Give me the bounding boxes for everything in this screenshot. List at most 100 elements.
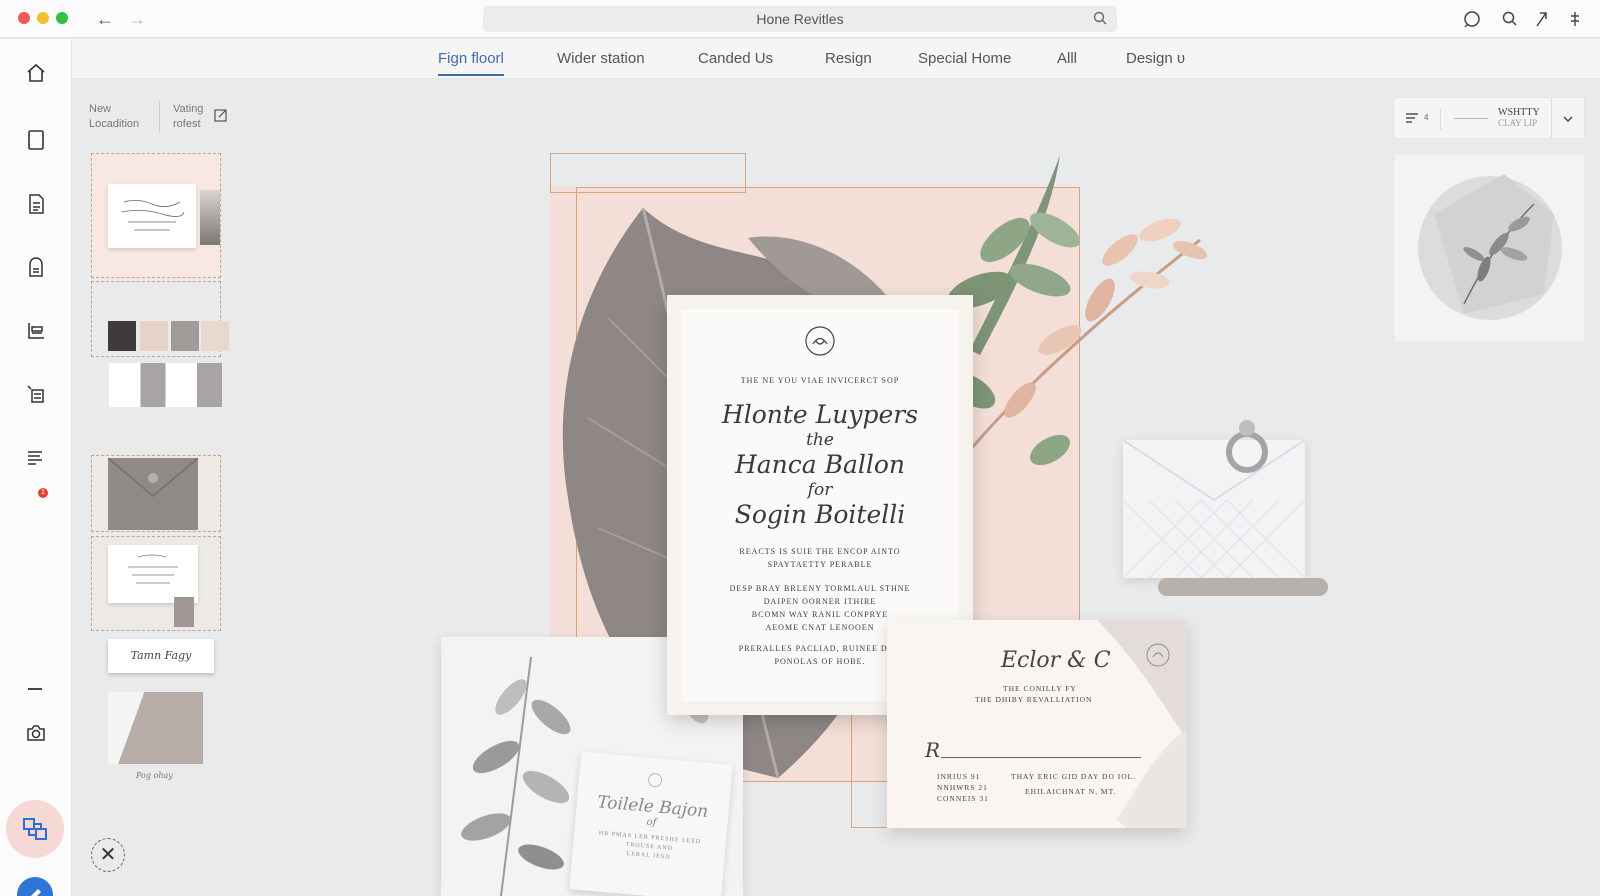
chevron-down-icon[interactable] (1561, 112, 1575, 126)
template-icon[interactable] (24, 255, 48, 279)
envelope-pattern (1123, 440, 1305, 578)
window-title: Hone Revitles (756, 11, 844, 27)
tab-canded-us[interactable]: Canded Us (698, 50, 773, 67)
tab-bar: Fign floorl Wider station Canded Us Resi… (72, 39, 1600, 79)
envelope[interactable] (1123, 440, 1305, 578)
ribbon (1158, 578, 1328, 596)
edit-icon[interactable] (214, 108, 228, 122)
toolbar-divider (1440, 108, 1441, 130)
rsvp-sub-2: THE DHIBY REVALLIATION (975, 695, 1093, 704)
invitation-header: THE NE YOU VIAE INVICERCT SOP (740, 376, 900, 385)
pen-icon (31, 889, 41, 896)
page-thumbnail-2[interactable] (91, 281, 229, 357)
layers-icon[interactable] (24, 319, 48, 343)
minimize-window-button[interactable] (37, 12, 49, 24)
thumbnail-script-lines (121, 200, 185, 231)
monogram-icon (805, 326, 835, 356)
color-swatch-3[interactable] (171, 321, 199, 351)
thumbnail-card (108, 184, 196, 248)
chat-icon[interactable] (1462, 9, 1482, 29)
shapes-tool-button[interactable] (6, 800, 64, 858)
maximize-window-button[interactable] (56, 12, 68, 24)
page-icon[interactable] (24, 128, 48, 152)
forward-button[interactable]: → (126, 8, 148, 30)
page-thumbnail-1[interactable] (91, 153, 221, 278)
tab-resign[interactable]: Resign (825, 50, 872, 67)
panel-divider (159, 101, 160, 133)
thumbnail-card (108, 545, 198, 603)
invitation-for: for (807, 480, 833, 500)
rsvp-right-2: EHILAICHNAT N, MT. (1025, 787, 1117, 796)
page-thumbnail-3[interactable] (91, 455, 221, 532)
invitation-the: the (806, 430, 834, 450)
tab-alll[interactable]: Alll (1057, 50, 1077, 67)
asset-preview[interactable] (1393, 153, 1585, 343)
tab-wider-station[interactable]: Wider station (557, 50, 645, 67)
rsvp-left-3: CONNEIS 31 (937, 794, 989, 803)
invitation-line-3: DESP BRAY BRLENY TORMLAUL STHNE (729, 584, 911, 593)
stroke-preview[interactable] (1454, 118, 1488, 119)
notification-badge: 1 (38, 488, 48, 498)
invitation-name-1: Hlonte Luypers (721, 400, 919, 429)
invitation-name-2: Hanca Ballon (734, 450, 906, 479)
close-window-button[interactable] (18, 12, 30, 24)
share-arrow-icon[interactable] (1532, 9, 1552, 29)
place-card-thumbnail[interactable]: Tamn Fagy (108, 639, 214, 673)
align-icon[interactable] (1404, 110, 1420, 126)
invitation-line-1: REACTS IS SUIE THE ENCOP AINTO (739, 547, 901, 556)
rsvp-left-2: NNHWRS 21 (937, 783, 988, 792)
rsvp-left-1: INRIUS 91 (937, 772, 981, 781)
layer-count: 4 (1424, 113, 1429, 122)
botanical-wreath-preview (1418, 174, 1562, 320)
font-style: CLAY LIP (1498, 118, 1538, 128)
back-button[interactable]: ← (94, 8, 116, 30)
envelope-flap (107, 457, 199, 497)
properties-toolbar: 4 WSHTTY CLAY LIP (1393, 97, 1585, 139)
thumbnail-stand (174, 597, 194, 627)
thumbnail-script-lines (128, 554, 178, 584)
thumbnail-leaf (200, 190, 220, 245)
pattern-thumbnail[interactable] (109, 363, 222, 407)
invitation-line-2: SPAYTAETTY PERABLE (767, 560, 873, 569)
search-icon[interactable] (1093, 11, 1107, 25)
sidebar-divider (28, 688, 42, 690)
list-icon[interactable] (24, 382, 48, 406)
page-thumbnail-4[interactable] (91, 536, 221, 631)
rsvp-card[interactable]: Eclor & C THE CONILLY FY THE DHIBY REVAL… (887, 620, 1187, 828)
tool-sidebar: 1 (0, 39, 72, 896)
font-selector[interactable]: WSHTTY CLAY LIP (1498, 107, 1540, 129)
tab-fign-floorl[interactable]: Fign floorl (438, 50, 504, 76)
more-icon[interactable] (1565, 9, 1585, 29)
address-bar[interactable]: Hone Revitles (483, 6, 1117, 32)
pen-tool-button[interactable] (17, 877, 53, 896)
tab-design[interactable]: Design υ (1126, 50, 1185, 67)
color-swatch-1[interactable] (108, 321, 136, 351)
ring-icon (1226, 420, 1268, 473)
photo-thumbnail[interactable] (108, 692, 203, 764)
shapes-icon (23, 818, 47, 840)
search-icon[interactable] (1500, 9, 1520, 29)
rsvp-right-1: THAY ERIC GID DAY DO IOL. (1011, 772, 1137, 781)
place-card[interactable]: Toilele Bajon of HR PMAS LER PRESHE LEED… (569, 751, 733, 896)
rsvp-title: Eclor & C (1001, 648, 1111, 673)
monogram-icon (1146, 643, 1170, 667)
text-icon[interactable] (24, 446, 48, 470)
camera-icon[interactable] (24, 721, 48, 745)
rsvp-field-label: R (925, 738, 941, 762)
rsvp-name-line (941, 757, 1141, 758)
photo-thumbnail-caption: Pog ohay (136, 771, 173, 780)
tab-special-home[interactable]: Special Home (918, 50, 1011, 67)
color-swatch-2[interactable] (140, 321, 168, 351)
close-panel-button[interactable]: ✕ (91, 838, 125, 872)
monogram-icon (648, 773, 662, 788)
invitation-name-3: Sogin Boitelli (734, 500, 906, 529)
toolbar-divider (1551, 98, 1552, 138)
color-swatch-4[interactable] (201, 321, 229, 351)
font-name: WSHTTY (1498, 107, 1540, 118)
rsvp-sub-1: THE CONILLY FY (1003, 684, 1077, 693)
document-icon[interactable] (24, 192, 48, 216)
voting-label[interactable]: Vating rofest (173, 102, 209, 132)
home-icon[interactable] (24, 61, 48, 85)
new-location-label[interactable]: New Locadition (89, 102, 153, 132)
thumbnail-envelope (107, 457, 199, 530)
